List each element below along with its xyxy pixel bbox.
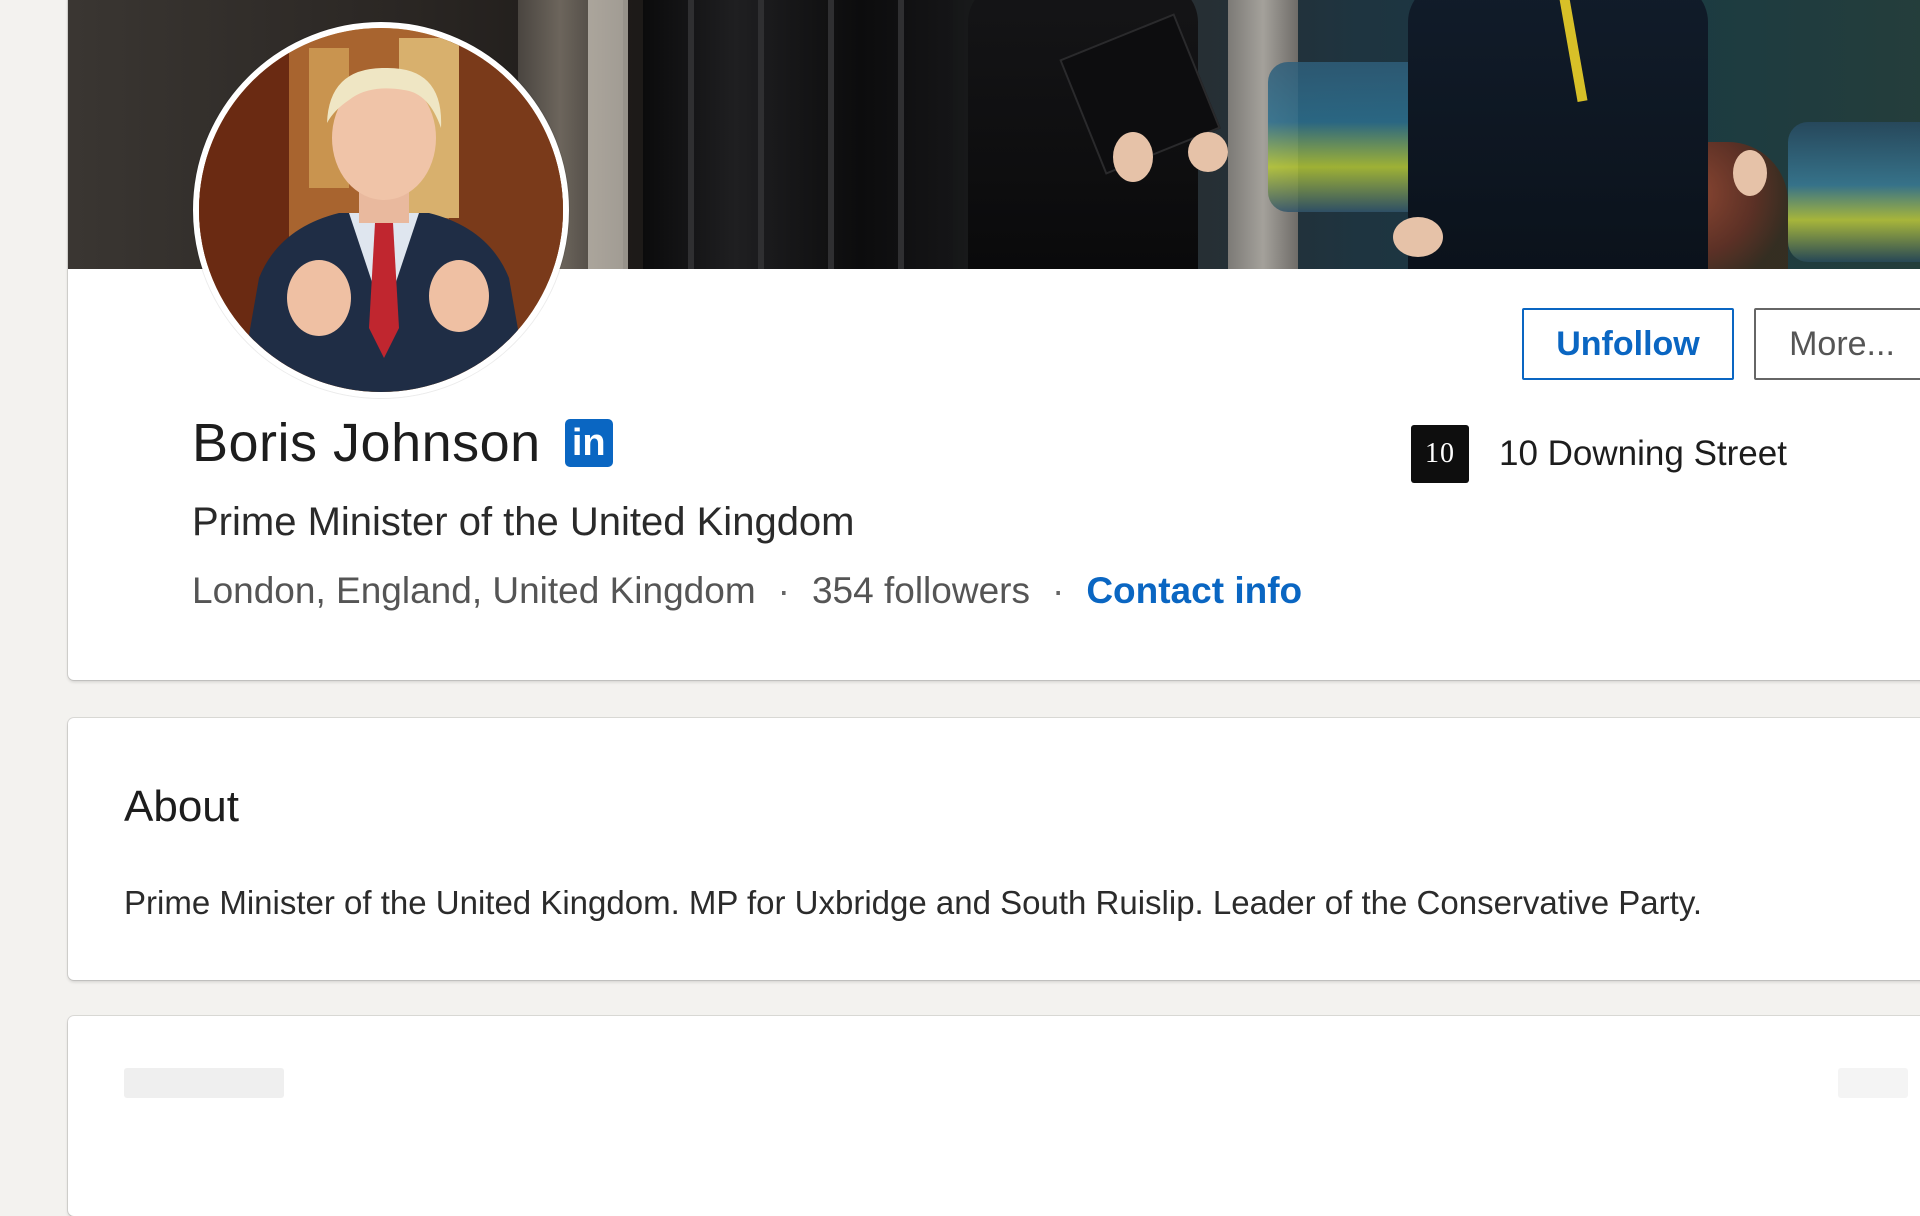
about-heading: About xyxy=(124,782,239,831)
profile-location: London, England, United Kingdom xyxy=(192,570,756,611)
profile-avatar[interactable] xyxy=(193,22,569,398)
current-company[interactable]: 10 10 Downing Street xyxy=(1411,425,1787,483)
next-section-heading xyxy=(124,1068,284,1098)
profile-name-row: Boris Johnson in xyxy=(192,412,613,474)
unfollow-button[interactable]: Unfollow xyxy=(1522,308,1734,380)
profile-meta: London, England, United Kingdom · 354 fo… xyxy=(192,570,1302,612)
profile-actions: Unfollow More... xyxy=(1522,308,1920,380)
profile-top-card: Unfollow More... Boris Johnson in Prime … xyxy=(68,0,1920,680)
followers-count[interactable]: 354 followers xyxy=(812,570,1030,612)
avatar-portrait xyxy=(199,28,563,392)
profile-name: Boris Johnson xyxy=(192,413,541,473)
about-card: About Prime Minister of the United Kingd… xyxy=(68,718,1920,980)
company-logo: 10 xyxy=(1411,425,1469,483)
next-section-action[interactable] xyxy=(1838,1068,1908,1098)
separator-dot: · xyxy=(1051,570,1065,611)
about-text: Prime Minister of the United Kingdom. MP… xyxy=(124,884,1703,921)
contact-info-link[interactable]: Contact info xyxy=(1086,570,1302,612)
company-name[interactable]: 10 Downing Street xyxy=(1499,434,1787,474)
separator-dot: · xyxy=(777,570,790,611)
more-button[interactable]: More... xyxy=(1754,308,1920,380)
linkedin-premium-icon[interactable]: in xyxy=(564,419,613,467)
next-section-card xyxy=(68,1016,1920,1216)
profile-headline: Prime Minister of the United Kingdom xyxy=(192,500,855,544)
